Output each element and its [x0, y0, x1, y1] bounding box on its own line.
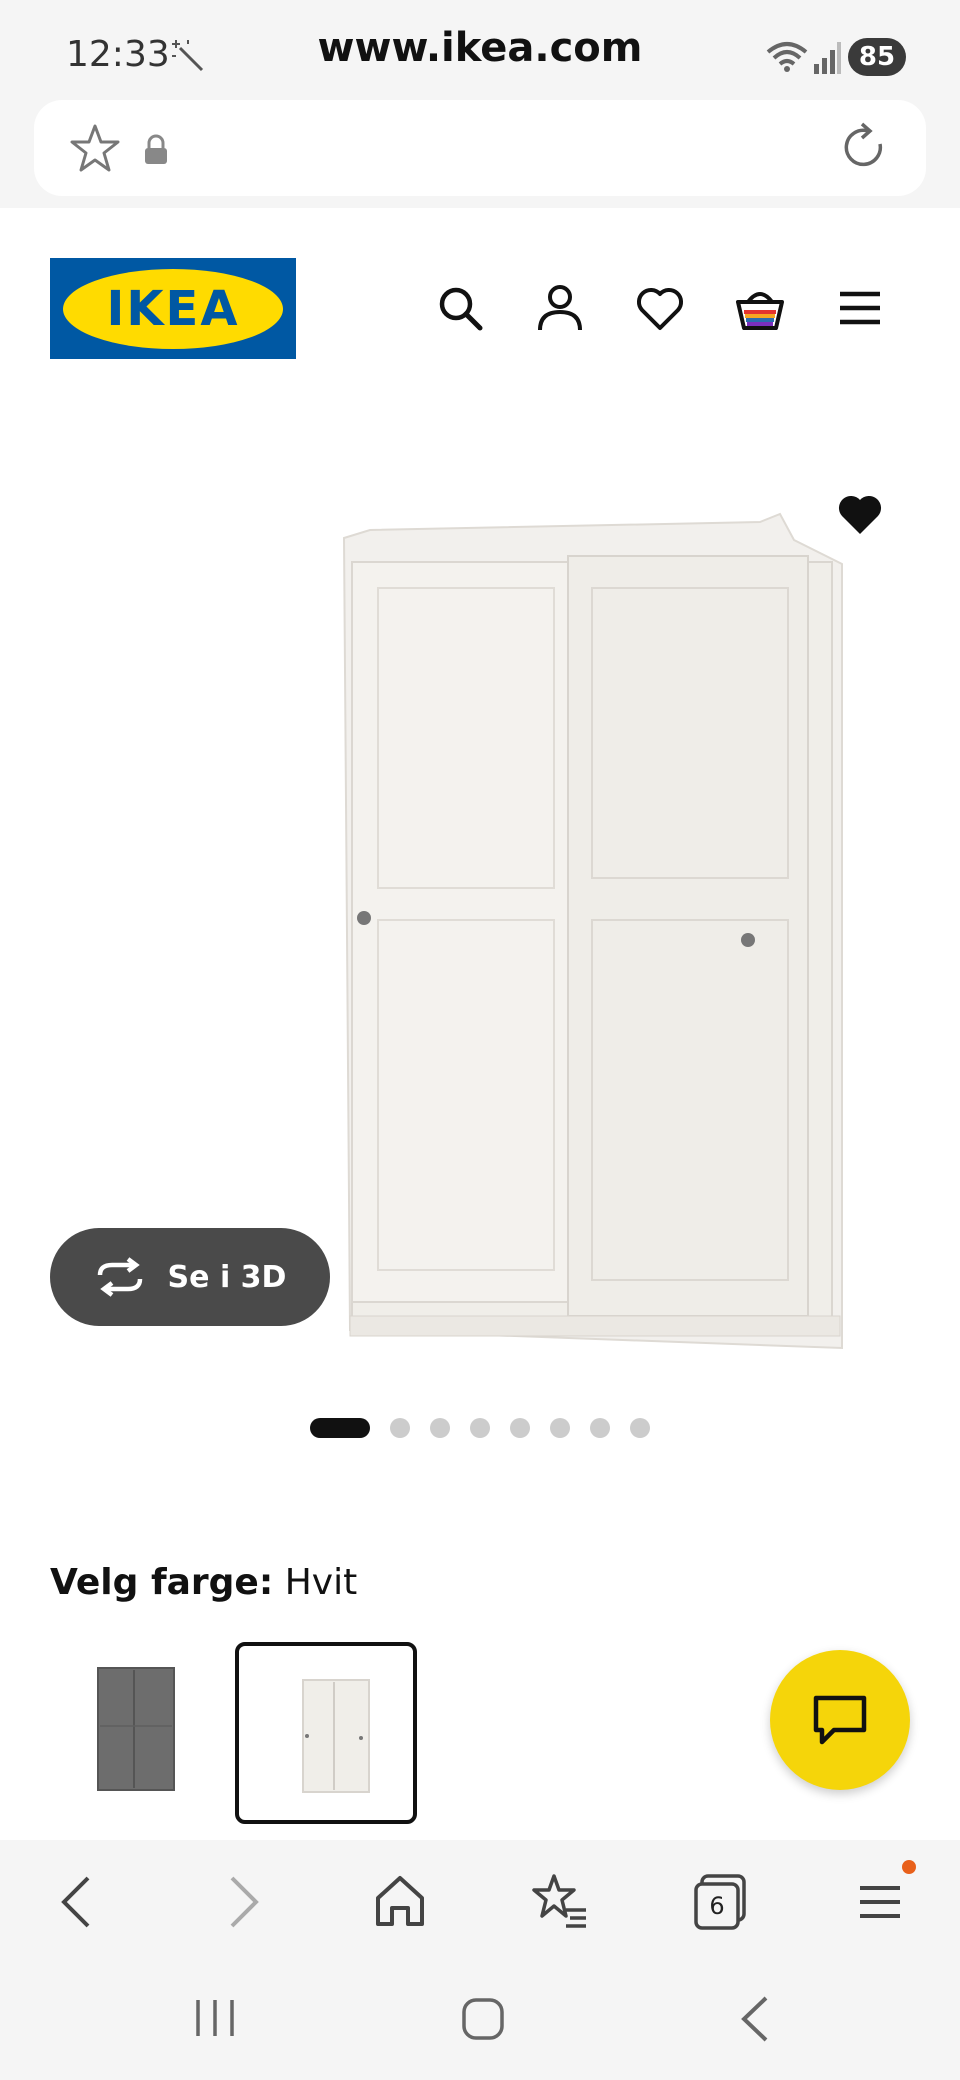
product-image-wardrobe[interactable] [330, 500, 860, 1370]
bookmarks-icon[interactable] [528, 1870, 592, 1934]
color-picker-label: Velg farge: Hvit [50, 1562, 357, 1603]
star-icon[interactable] [68, 122, 122, 176]
tabs-count: 6 [709, 1892, 725, 1920]
grey-wardrobe-thumbnail [97, 1667, 175, 1791]
forward-icon[interactable] [208, 1870, 272, 1934]
search-icon[interactable] [434, 282, 486, 334]
white-wardrobe-thumbnail [302, 1679, 370, 1793]
rotate-3d-icon [97, 1257, 142, 1297]
color-picker-title: Velg farge: [50, 1562, 274, 1603]
color-swatch-grey[interactable] [50, 1642, 224, 1816]
user-icon[interactable] [534, 282, 586, 334]
color-swatch-white[interactable] [235, 1642, 417, 1824]
system-back-icon[interactable] [734, 1994, 774, 2044]
menu-icon[interactable] [834, 282, 886, 334]
carousel-dot[interactable] [470, 1418, 490, 1438]
carousel-dot[interactable] [430, 1418, 450, 1438]
back-icon[interactable] [48, 1870, 112, 1934]
basket-icon[interactable] [734, 282, 786, 334]
recent-apps-icon[interactable] [190, 1996, 240, 2040]
url-text[interactable]: www.ikea.com [0, 0, 960, 96]
carousel-dot[interactable] [310, 1418, 370, 1438]
heart-icon[interactable] [634, 282, 686, 334]
view-3d-label: Se i 3D [167, 1259, 287, 1295]
selected-color: Hvit [284, 1562, 358, 1603]
home-icon[interactable] [368, 1870, 432, 1934]
browser-menu-icon[interactable] [848, 1870, 912, 1934]
reload-icon[interactable] [840, 120, 890, 176]
logo-text: IKEA [63, 268, 283, 349]
carousel-dot[interactable] [630, 1418, 650, 1438]
carousel-dot[interactable] [550, 1418, 570, 1438]
lock-icon [145, 134, 167, 164]
chat-bubble-icon [813, 1695, 867, 1745]
carousel-dot[interactable] [590, 1418, 610, 1438]
carousel-dot[interactable] [390, 1418, 410, 1438]
favorite-heart-icon[interactable] [836, 490, 884, 538]
browser-toolbar [0, 1840, 960, 1962]
image-carousel-dots [310, 1418, 650, 1438]
chat-button[interactable] [770, 1650, 910, 1790]
view-3d-button[interactable]: Se i 3D [50, 1228, 330, 1326]
notification-dot [902, 1860, 916, 1874]
carousel-dot[interactable] [510, 1418, 530, 1438]
home-button-icon[interactable] [460, 1996, 506, 2042]
tabs-button[interactable]: 6 [688, 1870, 752, 1934]
ikea-logo[interactable]: IKEA [50, 258, 296, 359]
